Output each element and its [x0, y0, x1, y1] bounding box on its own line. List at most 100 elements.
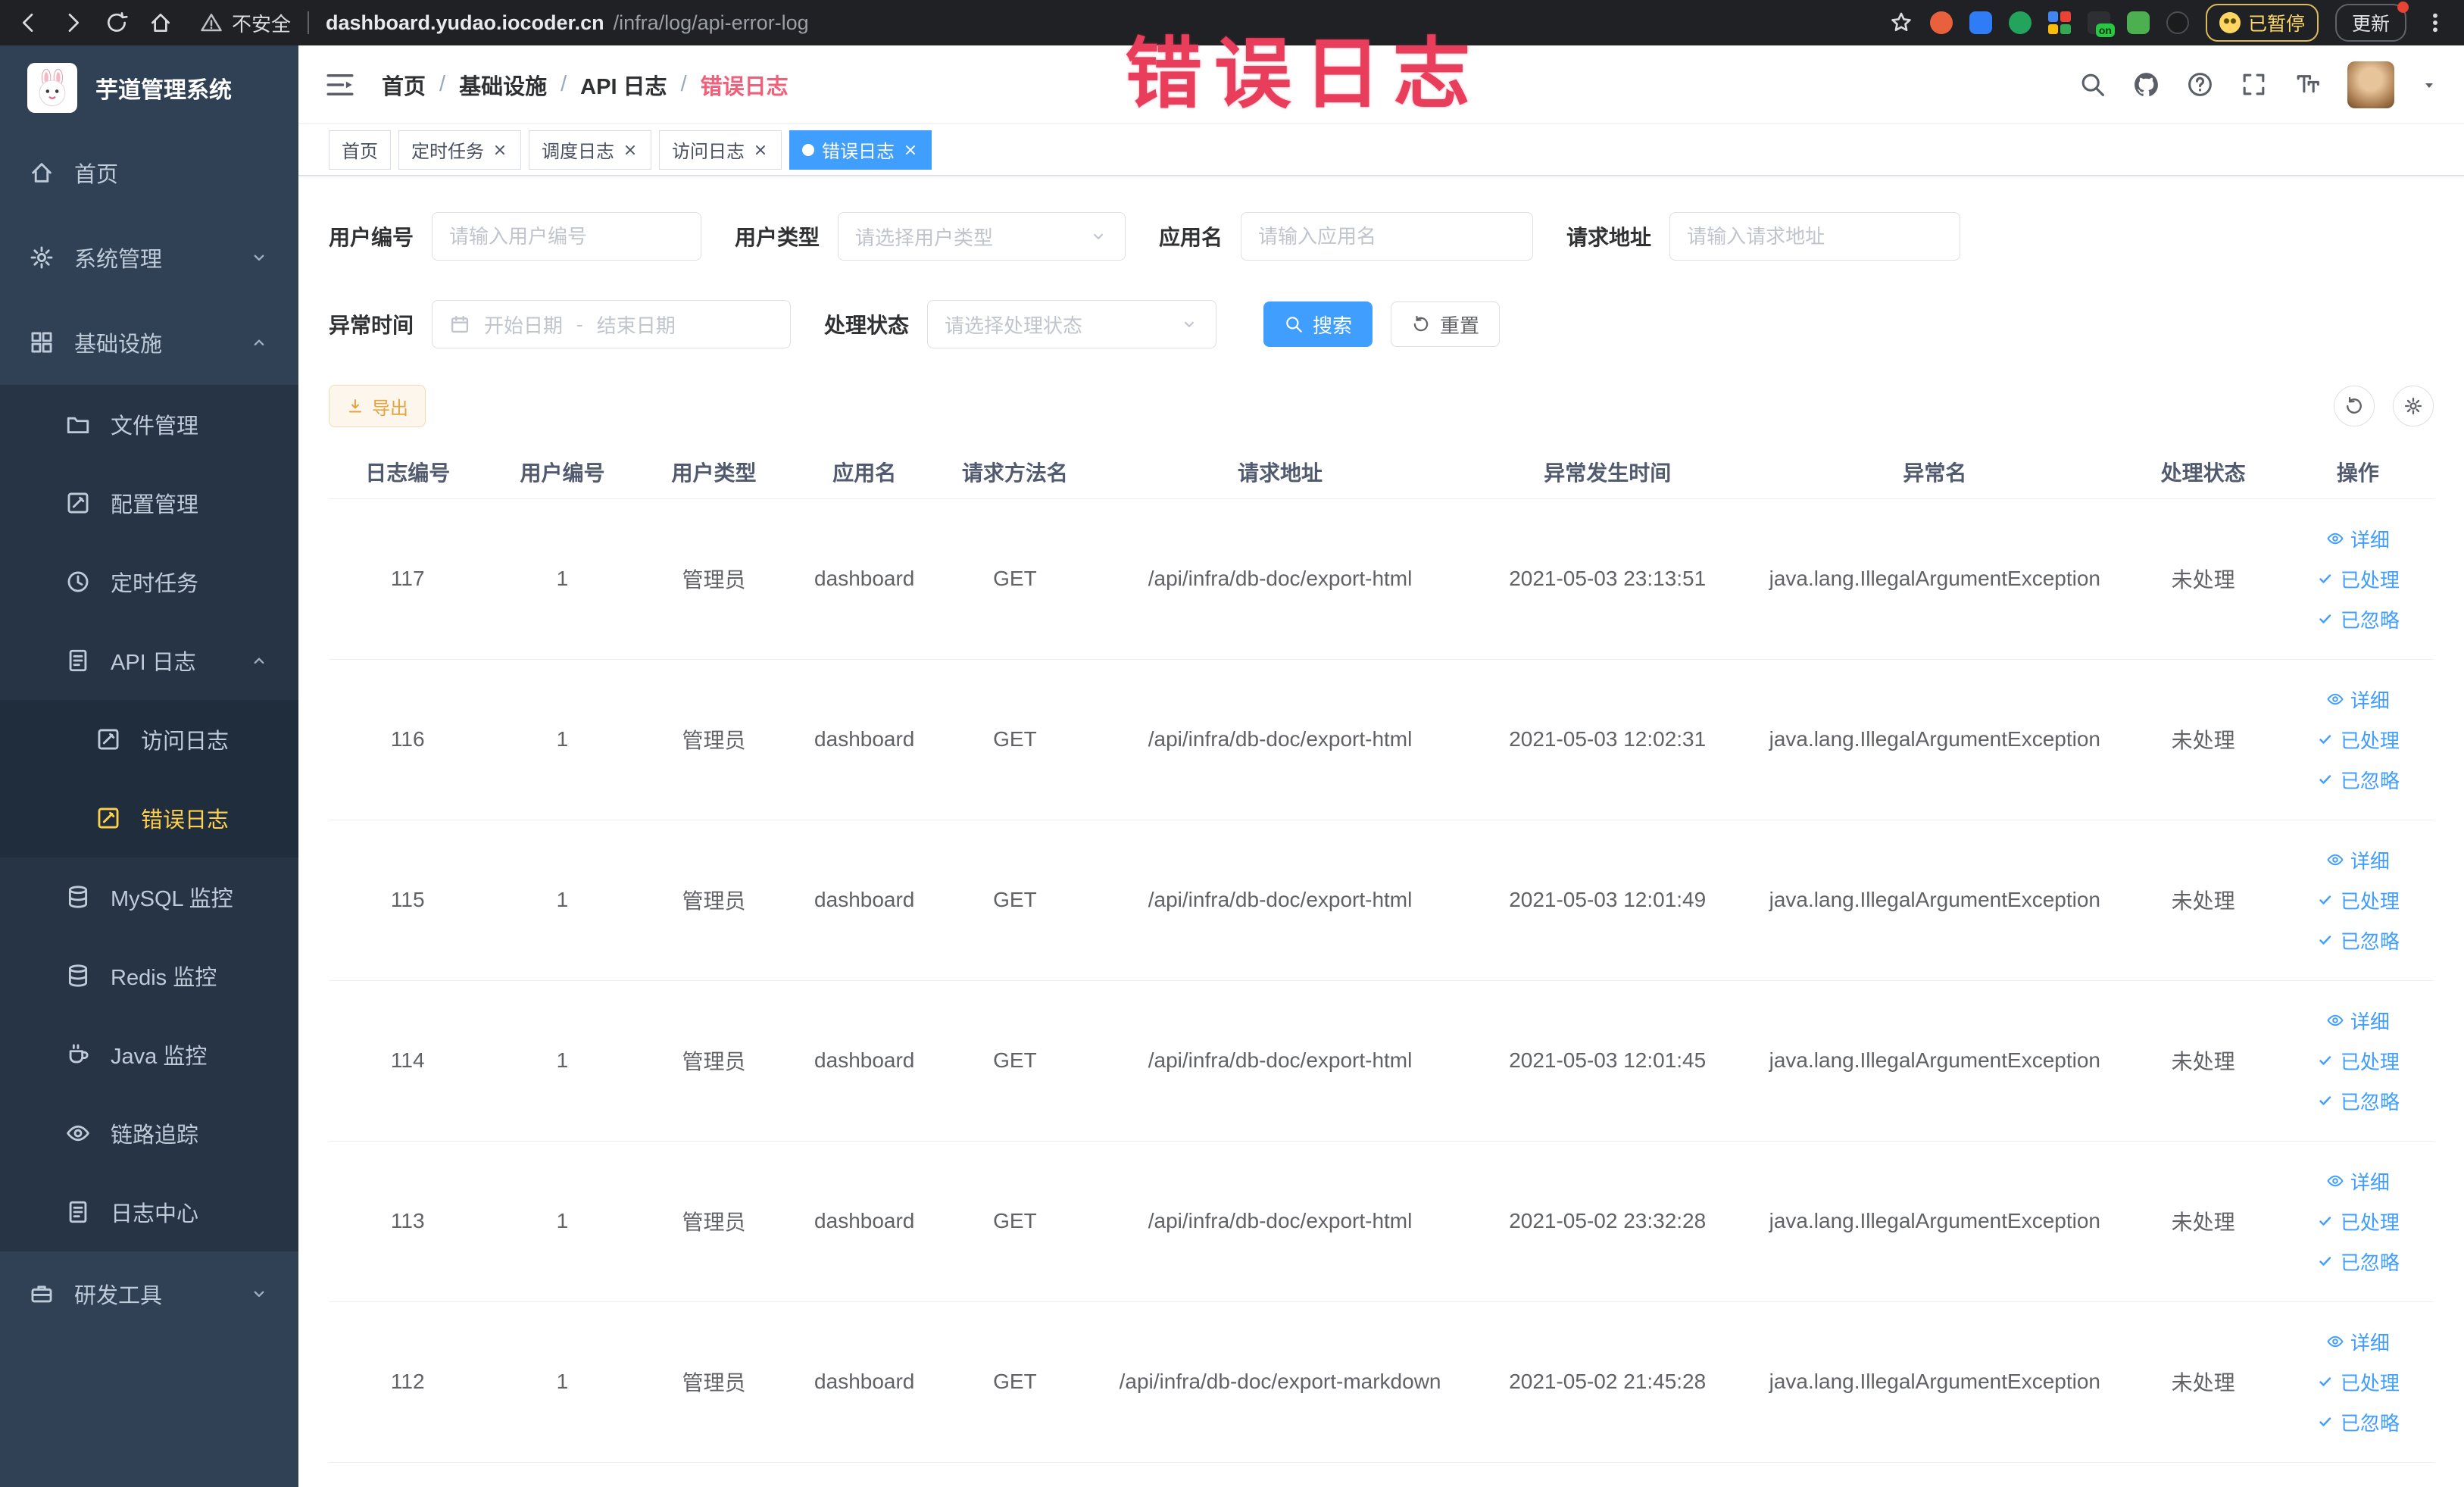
check-icon [2319, 1056, 2331, 1065]
navbar-right-cluster [2078, 61, 2438, 108]
forward-icon[interactable] [61, 11, 85, 35]
breadcrumb-api-logs[interactable]: API 日志 [580, 69, 667, 101]
sidebar-item-infrastructure[interactable]: 基础设施 [0, 300, 298, 385]
close-icon[interactable] [622, 142, 639, 158]
paused-badge[interactable]: 已暂停 [2205, 4, 2319, 42]
detail-link[interactable]: 详细 [2326, 686, 2390, 714]
close-icon[interactable] [902, 142, 919, 158]
detail-link[interactable]: 详细 [2326, 1167, 2390, 1195]
sidebar-item-config-management[interactable]: 配置管理 [0, 464, 298, 542]
tab-access-log[interactable]: 访问日志 [659, 130, 782, 170]
avatar[interactable] [2347, 61, 2394, 108]
cell-log-id: 114 [329, 980, 487, 1142]
tab-home[interactable]: 首页 [329, 130, 391, 170]
user-type-select[interactable]: 请选择用户类型 [838, 212, 1126, 261]
ignored-link[interactable]: 已忽略 [2316, 766, 2400, 794]
cell-request-url: /api/infra/db-doc/export-html [1090, 498, 1470, 660]
sidebar-item-trace[interactable]: 链路追踪 [0, 1094, 298, 1173]
sidebar-item-access-log[interactable]: 访问日志 [0, 700, 298, 779]
ignored-link[interactable]: 已忽略 [2316, 605, 2400, 633]
ignored-link[interactable]: 已忽略 [2316, 1248, 2400, 1276]
extension-icon-3[interactable] [2008, 11, 2031, 34]
processed-link[interactable]: 已处理 [2316, 565, 2400, 593]
refresh-icon [2347, 396, 2362, 414]
cell-status: 未处理 [2124, 1301, 2282, 1463]
close-icon[interactable] [752, 142, 769, 158]
user-id-label: 用户编号 [329, 226, 414, 249]
processed-link[interactable]: 已处理 [2316, 886, 2400, 914]
extension-icon-2[interactable] [1969, 11, 1992, 34]
sidebar-item-home[interactable]: 首页 [0, 130, 298, 215]
processed-link[interactable]: 已处理 [2316, 726, 2400, 754]
extensions-grid-icon[interactable] [2047, 11, 2071, 34]
table-toolbar: 导出 [329, 385, 2434, 427]
close-icon[interactable] [492, 142, 508, 158]
sidebar-item-error-log[interactable]: 错误日志 [0, 779, 298, 858]
extension-icon-1[interactable] [1929, 11, 1953, 34]
url-path: /infra/log/api-error-log [613, 11, 809, 34]
not-secure-warning-icon[interactable] [200, 11, 223, 34]
extension-paw-icon[interactable] [2166, 11, 2189, 34]
edit-icon [98, 808, 119, 829]
sidebar-item-redis-monitor[interactable]: Redis 监控 [0, 936, 298, 1015]
extension-on-icon[interactable]: on [2087, 11, 2115, 37]
cell-exception-time: 2021-05-02 23:32:28 [1469, 1141, 1746, 1302]
hamburger-icon[interactable] [324, 69, 356, 101]
export-button[interactable]: 导出 [329, 385, 426, 427]
reset-button[interactable]: 重置 [1391, 301, 1501, 347]
browser-menu-kebab-icon[interactable] [2423, 11, 2447, 35]
detail-link[interactable]: 详细 [2326, 525, 2390, 553]
column-settings-button[interactable] [2393, 386, 2434, 426]
tab-schedule-log[interactable]: 调度日志 [529, 130, 651, 170]
browser-home-icon[interactable] [148, 11, 173, 35]
detail-link[interactable]: 详细 [2326, 1007, 2390, 1035]
edit-icon [67, 492, 89, 514]
caret-down-icon[interactable] [2420, 76, 2438, 94]
processed-link[interactable]: 已处理 [2316, 1207, 2400, 1236]
check-icon [2319, 614, 2331, 623]
ignored-link[interactable]: 已忽略 [2316, 1087, 2400, 1115]
sidebar-item-system-management[interactable]: 系统管理 [0, 215, 298, 300]
app-name-input[interactable] [1241, 212, 1534, 261]
check-icon [2319, 735, 2331, 744]
sidebar-item-log-center[interactable]: 日志中心 [0, 1173, 298, 1251]
update-button[interactable]: 更新 [2334, 2, 2409, 42]
search-icon[interactable] [2078, 70, 2106, 98]
ignored-link[interactable]: 已忽略 [2316, 1408, 2400, 1436]
detail-link[interactable]: 详细 [2326, 846, 2390, 874]
search-button[interactable]: 搜索 [1263, 301, 1373, 347]
sidebar-item-api-logs[interactable]: API 日志 [0, 621, 298, 700]
processed-link[interactable]: 已处理 [2316, 1047, 2400, 1075]
back-icon[interactable] [17, 11, 41, 35]
cell-status: 未处理 [2124, 980, 2282, 1142]
breadcrumb-home[interactable]: 首页 [382, 69, 426, 101]
sidebar-item-java-monitor[interactable]: Java 监控 [0, 1015, 298, 1094]
sidebar-item-dev-tools[interactable]: 研发工具 [0, 1251, 298, 1336]
request-url-input[interactable] [1669, 212, 1961, 261]
ignored-link[interactable]: 已忽略 [2316, 926, 2400, 954]
sidebar-item-label: 首页 [74, 163, 119, 187]
fullscreen-icon[interactable] [2240, 70, 2268, 98]
sidebar-item-scheduled-tasks[interactable]: 定时任务 [0, 542, 298, 621]
github-icon[interactable] [2132, 70, 2160, 98]
font-size-icon[interactable] [2294, 70, 2322, 98]
breadcrumb-infrastructure[interactable]: 基础设施 [459, 69, 547, 101]
detail-link[interactable]: 详细 [2326, 1328, 2390, 1356]
process-status-select[interactable]: 请选择处理状态 [927, 300, 1217, 348]
cell-user-id: 1 [486, 1141, 639, 1302]
sidebar-item-mysql-monitor[interactable]: MySQL 监控 [0, 858, 298, 936]
user-id-input[interactable] [432, 212, 702, 261]
tab-error-log[interactable]: 错误日志 [789, 130, 932, 170]
exception-time-label: 异常时间 [329, 314, 414, 337]
exception-time-range-picker[interactable]: 开始日期 - 结束日期 [432, 300, 792, 348]
bookmark-star-icon[interactable] [1889, 11, 1913, 35]
extension-leaf-icon[interactable] [2126, 11, 2150, 34]
refresh-button[interactable] [2334, 386, 2375, 426]
reload-icon[interactable] [105, 11, 129, 35]
address-bar[interactable]: 不安全 dashboard.yudao.iocoder.cn /infra/lo… [200, 9, 809, 37]
sidebar-item-file-management[interactable]: 文件管理 [0, 385, 298, 464]
cell-exception-time: 2021-05-03 23:13:51 [1469, 498, 1746, 660]
help-icon[interactable] [2186, 70, 2214, 98]
processed-link[interactable]: 已处理 [2316, 1368, 2400, 1396]
tab-scheduled-tasks[interactable]: 定时任务 [398, 130, 521, 170]
